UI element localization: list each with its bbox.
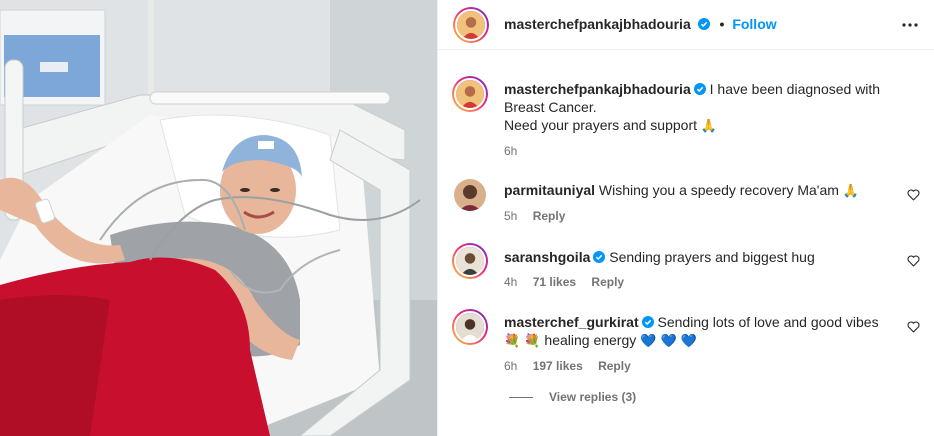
comment-item: saranshgoila Sending prayers and biggest… — [452, 243, 932, 293]
comment-meta: 6h 197 likes Reply — [504, 357, 643, 375]
comment-time: 4h — [504, 275, 518, 289]
follow-button[interactable]: Follow — [732, 16, 776, 32]
header-username-row: masterchefpankajbhadouria • Follow — [504, 16, 777, 32]
commenter-username[interactable]: parmitauniyal — [504, 182, 595, 198]
caption-author-avatar-image — [456, 80, 484, 108]
comment-time: 6h — [504, 359, 518, 373]
view-replies-line — [509, 397, 533, 399]
verified-badge-icon — [593, 251, 606, 263]
post-details-panel: masterchefpankajbhadouria • Follow maste… — [437, 0, 934, 436]
reply-button[interactable]: Reply — [533, 209, 566, 223]
post-photo — [0, 0, 437, 436]
comment-body: Sending prayers and biggest hug — [609, 249, 815, 265]
caption-text: masterchefpankajbhadouria I have been di… — [504, 80, 914, 136]
more-options-icon[interactable] — [901, 17, 919, 33]
commenter-username[interactable]: masterchef_gurkirat — [504, 314, 639, 330]
comment-text: saranshgoila Sending prayers and biggest… — [504, 248, 914, 266]
author-username[interactable]: masterchefpankajbhadouria — [504, 16, 691, 32]
commenter-username[interactable]: saranshgoila — [504, 249, 590, 265]
heart-icon[interactable] — [907, 189, 920, 201]
commenter-avatar[interactable] — [452, 243, 488, 279]
caption-username[interactable]: masterchefpankajbhadouria — [504, 81, 691, 97]
caption-emoji: 🙏 — [700, 119, 718, 134]
caption-meta: 6h — [504, 142, 529, 160]
verified-badge-icon — [693, 83, 706, 95]
reply-button[interactable]: Reply — [591, 275, 624, 289]
post-caption: masterchefpankajbhadouria I have been di… — [452, 74, 932, 158]
reply-button[interactable]: Reply — [598, 359, 631, 373]
caption-author-avatar[interactable] — [452, 76, 488, 112]
comment-body-line2: healing energy — [544, 332, 637, 348]
heart-icon[interactable] — [907, 321, 920, 333]
author-avatar-image — [457, 11, 485, 39]
author-avatar[interactable] — [453, 7, 489, 43]
comment-meta: 4h 71 likes Reply — [504, 273, 636, 291]
verified-badge-icon — [697, 18, 710, 30]
caption-time: 6h — [504, 144, 518, 158]
caption-line2: Need your prayers and support — [504, 117, 697, 133]
comment-body: Wishing you a speedy recovery Ma'am — [598, 182, 839, 198]
comment-emoji-flowers: 💐 💐 — [504, 334, 541, 349]
comment-time: 5h — [504, 209, 518, 223]
heart-icon[interactable] — [907, 255, 920, 267]
comment-likes[interactable]: 197 likes — [533, 359, 583, 373]
comment-emoji-hearts: 💙 💙 💙 — [640, 334, 697, 349]
comment-meta: 5h Reply — [504, 207, 577, 225]
commenter-avatar[interactable] — [452, 309, 488, 345]
post-header: masterchefpankajbhadouria • Follow — [438, 0, 934, 50]
comment-text: masterchef_gurkirat Sending lots of love… — [504, 313, 914, 351]
comment-body: Sending lots of love and good vibes — [657, 314, 879, 330]
commenter-avatar[interactable] — [454, 179, 486, 211]
comment-text: parmitauniyal Wishing you a speedy recov… — [504, 181, 914, 201]
separator-dot: • — [719, 16, 725, 32]
hospital-bed-illustration — [0, 0, 437, 436]
comment-item: parmitauniyal Wishing you a speedy recov… — [452, 176, 932, 226]
view-replies-button[interactable]: View replies (3) — [509, 390, 636, 404]
verified-badge-icon — [641, 316, 654, 328]
view-replies-label: View replies (3) — [549, 390, 637, 404]
commenter-avatar-image — [456, 313, 484, 341]
commenter-avatar-image — [456, 247, 484, 275]
comment-emoji: 🙏 — [842, 184, 859, 199]
comment-likes[interactable]: 71 likes — [533, 275, 576, 289]
commenter-avatar-image — [454, 179, 486, 211]
comment-item: masterchef_gurkirat Sending lots of love… — [452, 309, 932, 379]
